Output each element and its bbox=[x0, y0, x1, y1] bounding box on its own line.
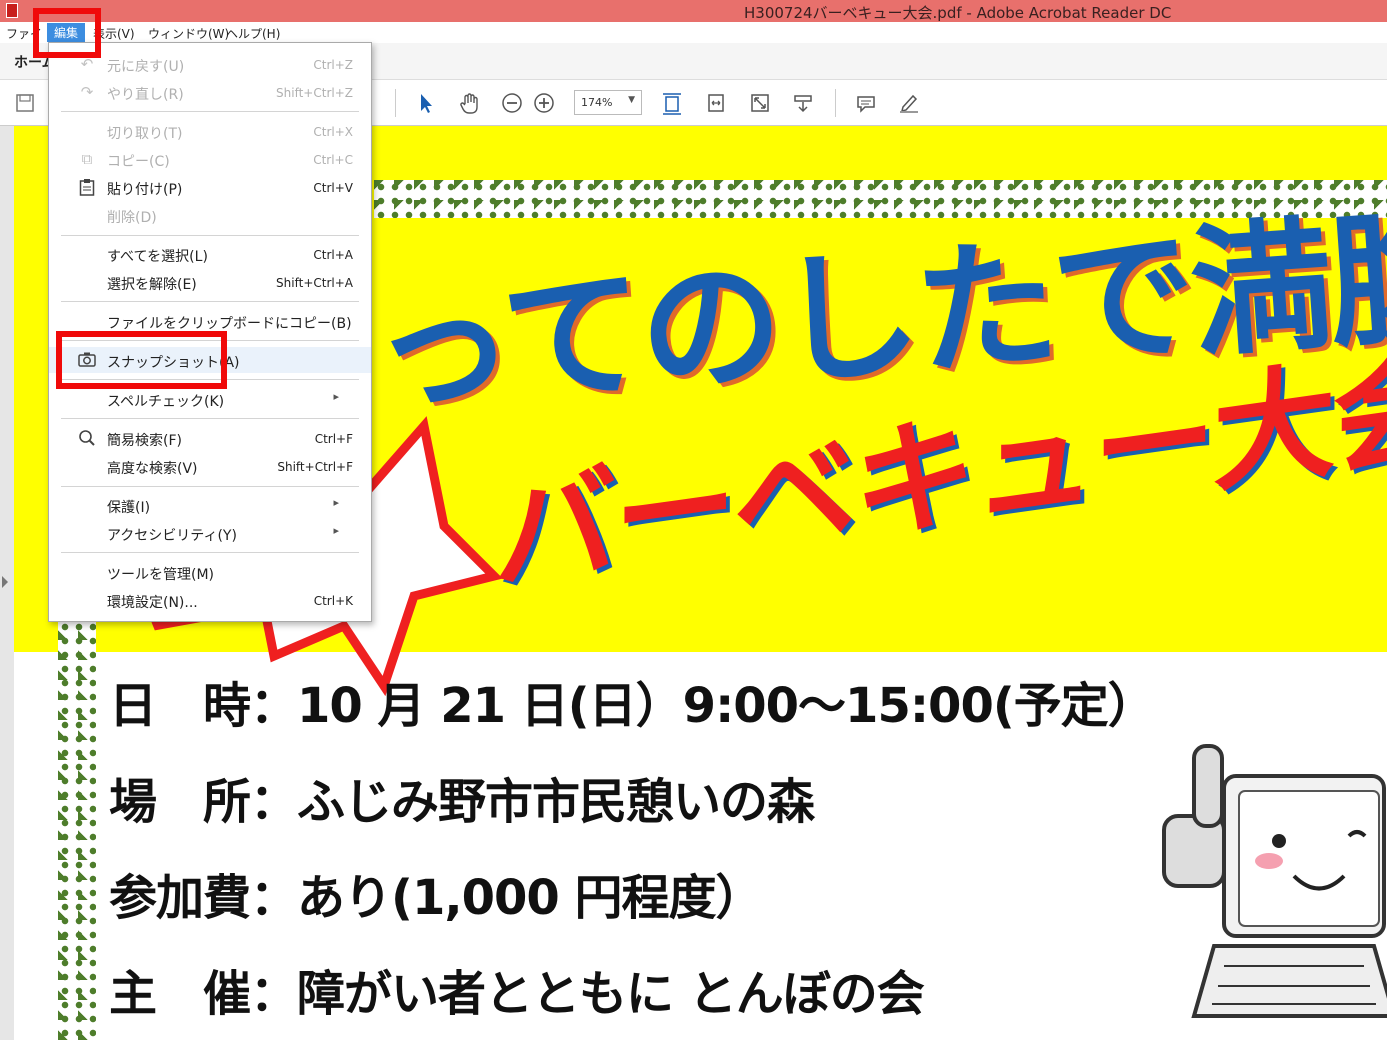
copy-icon: ⧉ bbox=[81, 150, 93, 168]
toolbar-separator bbox=[835, 89, 836, 117]
toolbar-separator bbox=[395, 89, 396, 117]
computer-mascot-illustration bbox=[1162, 744, 1387, 1018]
side-panel-toggle-icon[interactable] bbox=[2, 576, 8, 588]
menu-item-paste[interactable]: 貼り付け(P) Ctrl+V bbox=[49, 174, 371, 200]
hand-tool-icon[interactable] bbox=[458, 92, 480, 114]
submenu-arrow-icon: ▸ bbox=[333, 524, 339, 537]
menu-separator bbox=[61, 235, 359, 236]
menu-separator bbox=[61, 301, 359, 302]
zoom-level-value: 174% bbox=[581, 96, 613, 109]
event-date: 日 時：10 月 21 日(日）9:00〜15:00(予定） bbox=[109, 678, 1156, 734]
acrobat-app-icon bbox=[6, 3, 18, 18]
menu-item-select-all[interactable]: すべてを選択(L) Ctrl+A bbox=[49, 241, 371, 267]
select-arrow-icon[interactable] bbox=[415, 92, 437, 114]
highlight-box-snapshot bbox=[56, 331, 227, 389]
window-title: H300724バーベキュー大会.pdf - Adobe Acrobat Read… bbox=[744, 4, 1172, 22]
comment-icon[interactable] bbox=[855, 92, 877, 114]
submenu-arrow-icon: ▸ bbox=[333, 390, 339, 403]
highlight-box-edit-menu bbox=[33, 8, 101, 58]
event-fee: 参加費：あり(1,000 円程度） bbox=[109, 870, 763, 926]
paste-icon bbox=[77, 178, 97, 196]
chevron-down-icon: ▼ bbox=[628, 95, 635, 105]
menu-help[interactable]: ヘルプ(H) bbox=[226, 25, 280, 42]
event-organizer: 主 催：障がい者とともに とんぼの会 bbox=[109, 966, 925, 1022]
menu-item-find[interactable]: 簡易検索(F) Ctrl+F bbox=[49, 425, 371, 451]
highlight-pen-icon[interactable] bbox=[898, 92, 920, 114]
full-screen-icon[interactable] bbox=[749, 92, 771, 114]
menu-item-preferences[interactable]: 環境設定(N)... Ctrl+K bbox=[49, 587, 371, 613]
menu-window[interactable]: ウィンドウ(W) bbox=[148, 25, 229, 42]
search-icon bbox=[77, 429, 97, 447]
title-bar: H300724バーベキュー大会.pdf - Adobe Acrobat Read… bbox=[0, 0, 1387, 22]
zoom-level-select[interactable]: 174% ▼ bbox=[574, 90, 642, 115]
fit-width-icon[interactable] bbox=[705, 92, 727, 114]
menu-separator bbox=[61, 111, 359, 112]
menu-item-redo[interactable]: ↷ やり直し(R) Shift+Ctrl+Z bbox=[49, 79, 371, 105]
menu-separator bbox=[61, 486, 359, 487]
event-place: 場 所：ふじみ野市市民憩いの森 bbox=[109, 774, 815, 830]
redo-icon: ↷ bbox=[80, 83, 94, 101]
menu-item-accessibility[interactable]: アクセシビリティ(Y) ▸ bbox=[49, 520, 371, 546]
scroll-mode-icon[interactable] bbox=[792, 92, 814, 114]
zoom-out-icon[interactable] bbox=[501, 92, 523, 114]
menu-item-delete[interactable]: 削除(D) bbox=[49, 202, 371, 228]
menu-item-manage-tools[interactable]: ツールを管理(M) bbox=[49, 559, 371, 585]
decorative-border bbox=[58, 620, 96, 1040]
menu-item-cut[interactable]: 切り取り(T) Ctrl+X bbox=[49, 118, 371, 144]
menu-bar: ファイ 編集 表示(V) ウィンドウ(W) ヘルプ(H) bbox=[0, 22, 1387, 43]
save-icon[interactable] bbox=[14, 92, 36, 114]
menu-separator bbox=[61, 552, 359, 553]
menu-item-deselect[interactable]: 選択を解除(E) Shift+Ctrl+A bbox=[49, 269, 371, 295]
submenu-arrow-icon: ▸ bbox=[333, 496, 339, 509]
fit-page-icon[interactable] bbox=[661, 92, 683, 115]
menu-separator bbox=[61, 418, 359, 419]
menu-item-protection[interactable]: 保護(I) ▸ bbox=[49, 492, 371, 518]
menu-item-spellcheck[interactable]: スペルチェック(K) ▸ bbox=[49, 386, 371, 412]
zoom-in-icon[interactable] bbox=[533, 92, 555, 114]
menu-item-copy[interactable]: ⧉ コピー(C) Ctrl+C bbox=[49, 146, 371, 172]
menu-item-advanced-search[interactable]: 高度な検索(V) Shift+Ctrl+F bbox=[49, 453, 371, 479]
